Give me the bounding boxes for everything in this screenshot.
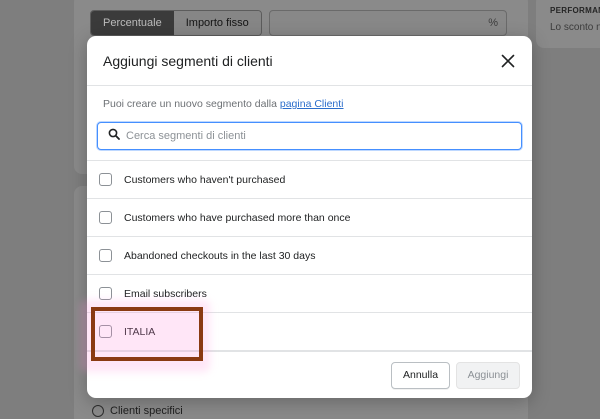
customers-page-link[interactable]: pagina Clienti [280, 98, 344, 110]
segment-item-repeat-purchasers[interactable]: Customers who have purchased more than o… [87, 199, 532, 237]
segment-item-not-purchased[interactable]: Customers who haven't purchased [87, 161, 532, 199]
specific-customers-radio-row: Clienti specifici [92, 405, 183, 417]
segment-label: Customers who have purchased more than o… [124, 211, 351, 224]
add-button[interactable]: Aggiungi [456, 362, 520, 389]
search-input[interactable] [126, 130, 506, 142]
percentage-option: Percentuale [91, 11, 174, 35]
segment-label: Abandoned checkouts in the last 30 days [124, 249, 316, 262]
segment-item-abandoned-checkouts[interactable]: Abandoned checkouts in the last 30 days [87, 237, 532, 275]
modal-title: Aggiungi segmenti di clienti [103, 52, 273, 69]
segment-checkbox[interactable] [99, 287, 112, 300]
discount-type-toggle: Percentuale Importo fisso [90, 10, 262, 36]
modal-header: Aggiungi segmenti di clienti [87, 36, 532, 86]
cancel-button[interactable]: Annulla [391, 362, 451, 389]
discount-value-input: % [269, 10, 507, 36]
search-field[interactable] [97, 122, 522, 150]
fixed-amount-option: Importo fisso [173, 11, 261, 35]
segment-checkbox[interactable] [99, 211, 112, 224]
radio-button [92, 405, 104, 417]
specific-customers-label: Clienti specifici [110, 405, 183, 417]
search-icon [108, 127, 120, 145]
performance-text: Lo sconto n [550, 22, 600, 33]
segment-label: Email subscribers [124, 287, 207, 300]
info-text: Puoi creare un nuovo segmento dalla pagi… [87, 86, 532, 110]
highlight-box [91, 307, 203, 361]
segment-label: Customers who haven't purchased [124, 173, 286, 186]
close-icon[interactable] [498, 51, 518, 71]
segment-checkbox[interactable] [99, 249, 112, 262]
performance-heading: PERFORMAN [550, 6, 600, 15]
info-text-prefix: Puoi creare un nuovo segmento dalla [103, 98, 280, 110]
percent-suffix: % [488, 17, 498, 29]
segment-checkbox[interactable] [99, 173, 112, 186]
